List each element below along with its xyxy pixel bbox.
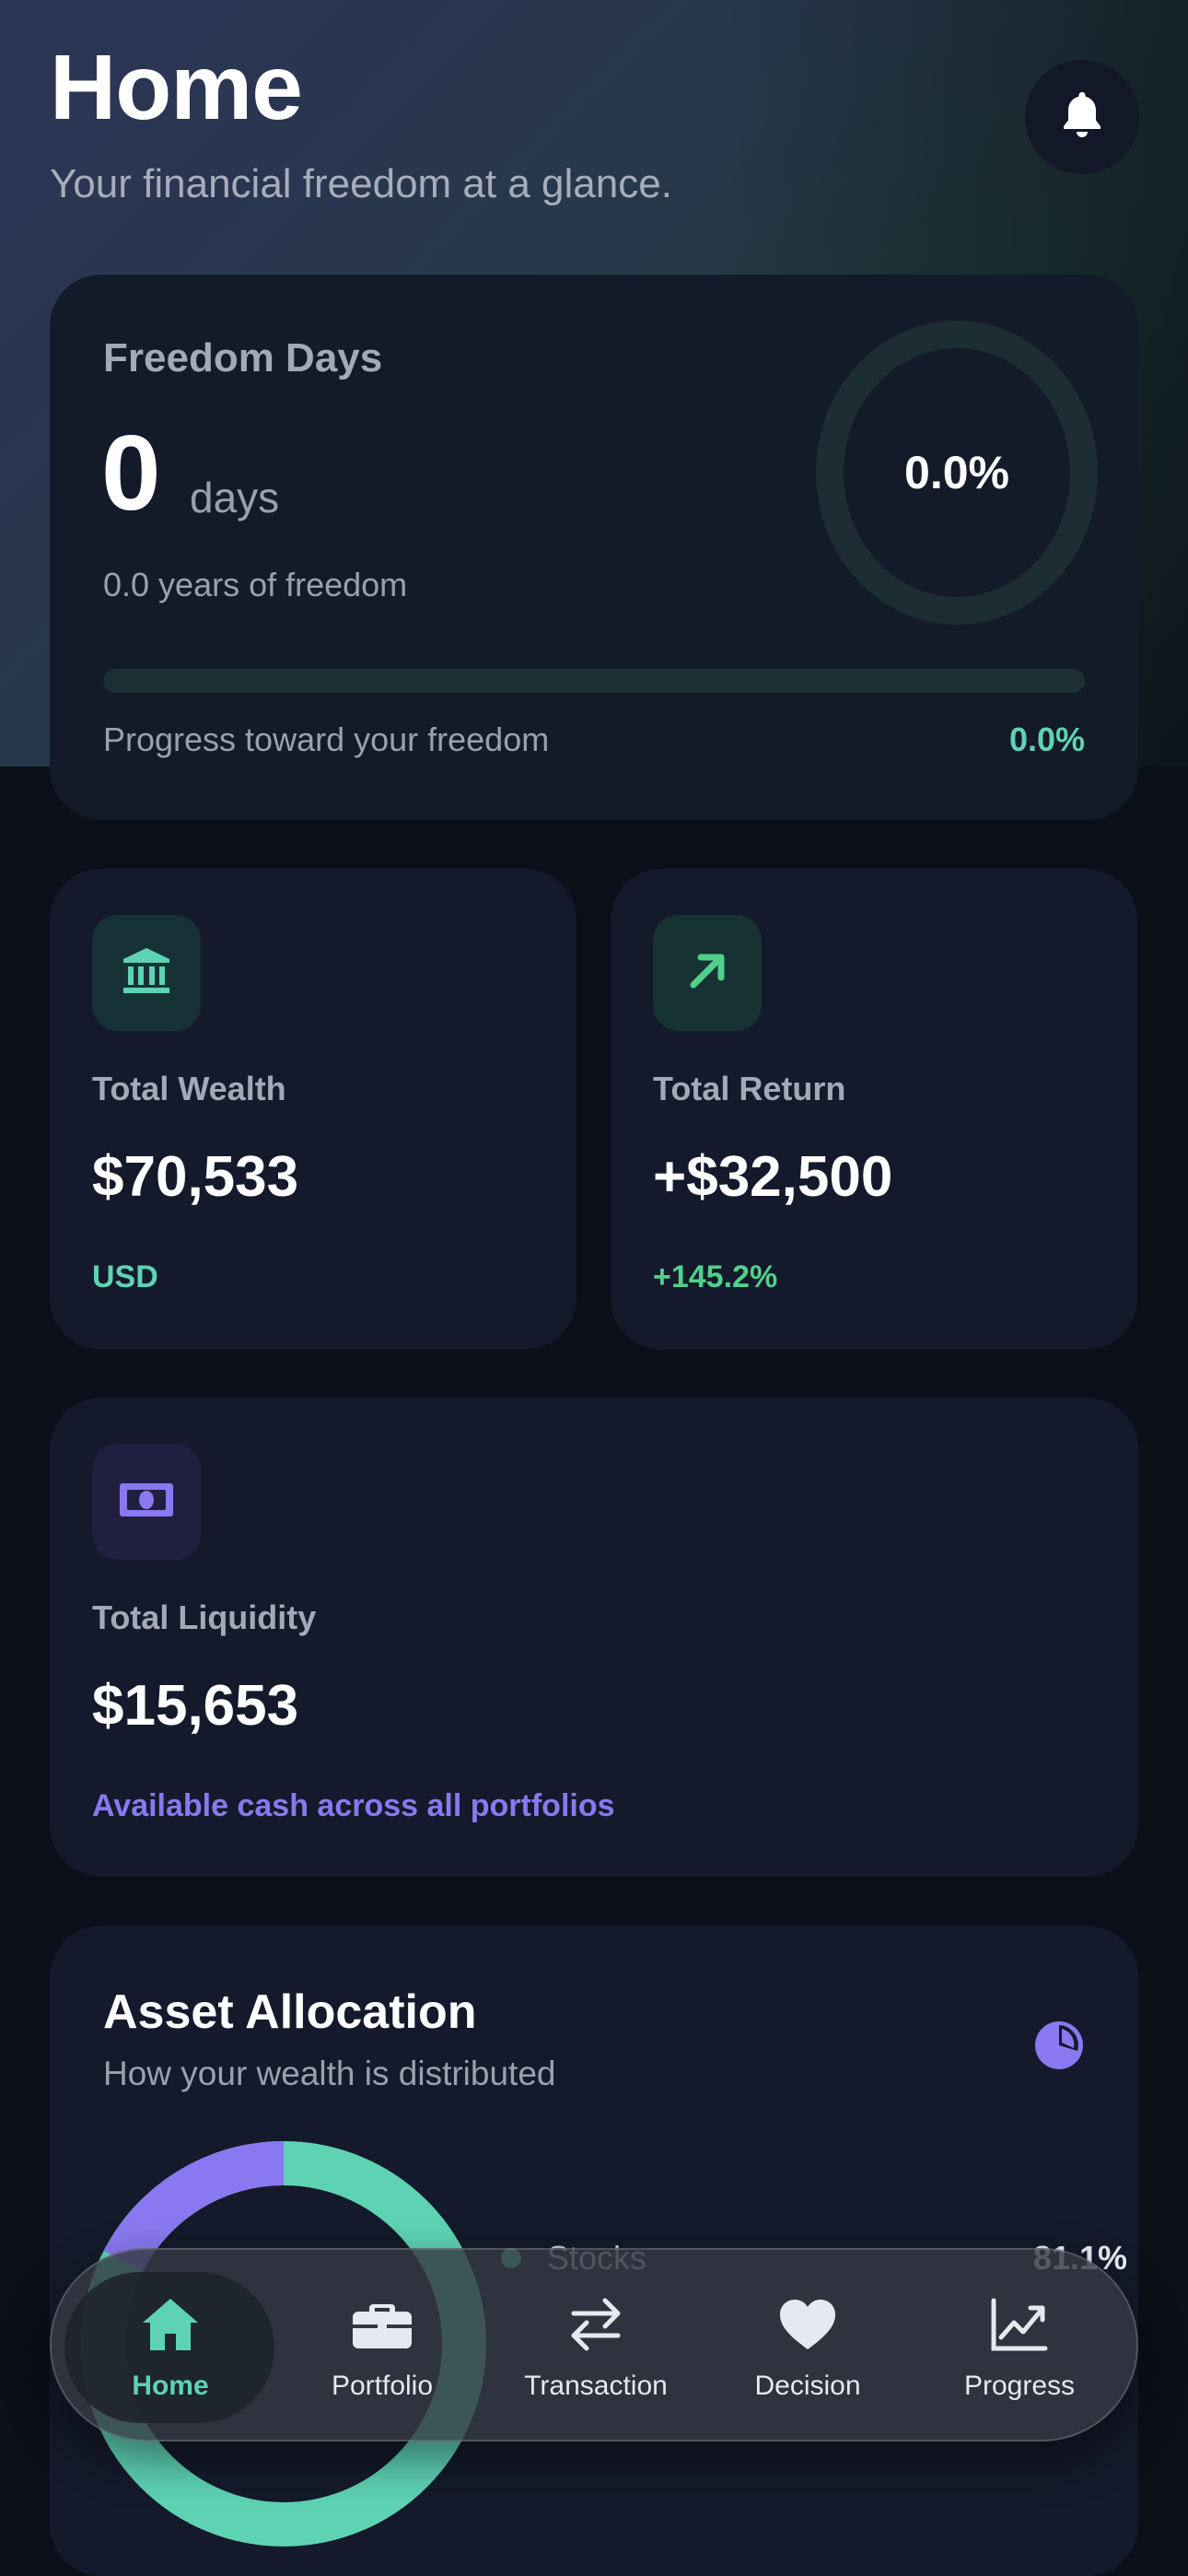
tab-home-label: Home (132, 2371, 209, 2401)
total-liquidity-value: $15,653 (92, 1674, 299, 1738)
tab-progress-label: Progress (963, 2371, 1076, 2401)
chart-line-icon (986, 2291, 1053, 2358)
bank-icon (120, 944, 173, 1002)
banknote-icon (118, 1480, 175, 1525)
tab-decision[interactable]: Decision (702, 2250, 914, 2443)
freedom-years-text: 0.0 years of freedom (103, 566, 408, 603)
total-return-value: +$32,500 (653, 1145, 893, 1209)
freedom-progress-bar (103, 669, 1085, 693)
total-return-card[interactable]: Total Return +$32,500 +145.2% (611, 869, 1137, 1350)
asset-allocation-title: Asset Allocation (103, 1985, 477, 2039)
tab-decision-label: Decision (754, 2371, 861, 2401)
total-liquidity-card[interactable]: Total Liquidity $15,653 Available cash a… (50, 1398, 1138, 1877)
briefcase-icon (349, 2291, 415, 2358)
cash-icon-box (92, 1444, 201, 1560)
total-wealth-card[interactable]: Total Wealth $70,533 USD (50, 869, 577, 1350)
freedom-progress-percent: 0.0% (1008, 720, 1085, 758)
heart-icon (775, 2291, 841, 2358)
page-subtitle: Your financial freedom at a glance. (50, 161, 672, 206)
total-wealth-currency: USD (92, 1259, 158, 1294)
total-return-percent: +145.2% (653, 1259, 778, 1294)
freedom-days-label: Freedom Days (103, 335, 383, 381)
tab-transaction[interactable]: Transaction (490, 2250, 702, 2443)
total-return-label: Total Return (653, 1070, 846, 1107)
asset-allocation-subtitle: How your wealth is distributed (103, 2055, 556, 2092)
bank-icon-box (92, 915, 201, 1031)
freedom-progress-label: Progress toward your freedom (103, 720, 550, 758)
total-wealth-value: $70,533 (92, 1145, 299, 1209)
donut-segment-other (103, 2141, 285, 2272)
tab-transaction-label: Transaction (524, 2371, 668, 2401)
freedom-days-unit: days (190, 474, 280, 521)
tab-progress[interactable]: Progress (914, 2250, 1125, 2443)
tab-portfolio-label: Portfolio (331, 2371, 434, 2401)
pie-chart-icon (1033, 2020, 1085, 2071)
bottom-tab-bar: Home Portfolio Transaction Decision Prog… (50, 2248, 1138, 2441)
freedom-days-card[interactable]: Freedom Days 0 days 0.0 years of freedom… (50, 275, 1138, 820)
total-liquidity-label: Total Liquidity (92, 1598, 317, 1636)
house-icon (137, 2291, 204, 2358)
tab-portfolio[interactable]: Portfolio (276, 2250, 488, 2443)
arrow-icon-box (653, 915, 762, 1031)
total-liquidity-note: Available cash across all portfolios (92, 1788, 615, 1823)
notifications-button[interactable] (1025, 60, 1139, 174)
total-wealth-label: Total Wealth (92, 1070, 286, 1107)
freedom-days-value: 0 (101, 413, 161, 533)
page-title: Home (50, 36, 303, 139)
tab-home[interactable]: Home (64, 2250, 276, 2443)
arrow-up-right-icon (684, 948, 730, 999)
bell-icon (1061, 90, 1103, 145)
freedom-ring-percent: 0.0% (904, 447, 1009, 498)
arrows-exchange-icon (563, 2291, 629, 2358)
